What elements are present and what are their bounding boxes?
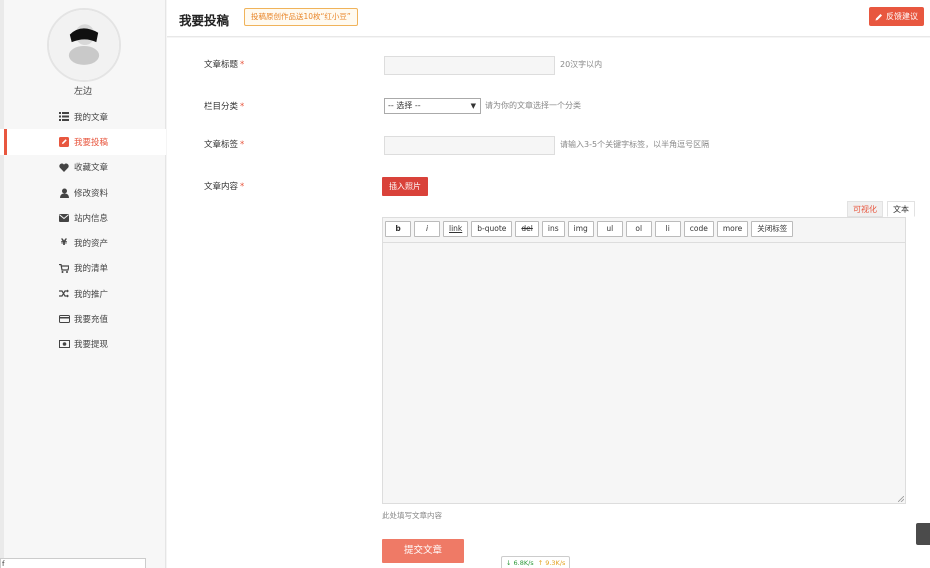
sidebar-item-label: 我要提现 [74, 340, 109, 351]
title-hint: 20汉字以内 [560, 60, 603, 69]
net-speed-widget: ↓ 6.8K/s ↑ 9.3K/s [501, 556, 571, 568]
ul-button[interactable]: ul [596, 221, 623, 237]
tab-visual[interactable]: 可视化 [847, 201, 883, 217]
tags-label: 文章标签 * [204, 140, 245, 150]
sidebar-nav: 我的文章 我要投稿 收藏文章 修改资料 站内信息 ¥ 我的资产 我的清单 我的推… [0, 104, 166, 357]
user-icon [58, 187, 70, 199]
sidebar-item-label: 我要投稿 [74, 137, 109, 148]
tags-hint: 请输入3-5个关键字标签，以半角逗号区隔 [560, 140, 710, 149]
bottom-input[interactable]: f [0, 558, 146, 568]
download-speed: ↓ 6.8K/s [506, 559, 534, 567]
edit-icon [58, 136, 70, 148]
category-label: 栏目分类 * [204, 102, 245, 112]
header: 我要投稿 投稿原创作品送10枚“红小豆” 反馈建议 [167, 0, 930, 37]
sidebar-item-label: 站内信息 [74, 213, 109, 224]
category-selected: -- 选择 -- [388, 101, 421, 110]
avatar[interactable] [47, 8, 121, 82]
sidebar-item-assets[interactable]: ¥ 我的资产 [0, 230, 166, 255]
sidebar-item-profile[interactable]: 修改资料 [0, 180, 166, 205]
resize-handle-icon[interactable] [898, 496, 904, 502]
envelope-icon [58, 212, 70, 224]
italic-button[interactable]: i [414, 221, 440, 237]
ins-button[interactable]: ins [541, 221, 565, 237]
required-mark: * [240, 102, 245, 112]
cart-icon [58, 262, 70, 274]
bold-button[interactable]: b [385, 221, 411, 237]
sidebar-item-label: 我的文章 [74, 112, 109, 123]
required-mark: * [240, 182, 245, 192]
title-label: 文章标题 * [204, 60, 245, 70]
sidebar-item-label: 我的推广 [74, 289, 109, 300]
feedback-button[interactable]: 反馈建议 [869, 7, 924, 26]
ol-button[interactable]: ol [625, 221, 652, 237]
required-mark: * [240, 140, 245, 150]
submission-form: 文章标题 * 20汉字以内 栏目分类 * -- 选择 -- ▼ 请为你的文章选择一个… [167, 38, 930, 568]
submit-article-button[interactable]: 提交文章 [382, 539, 464, 563]
sidebar-item-promotion[interactable]: 我的推广 [0, 281, 166, 306]
sidebar-item-favorites[interactable]: 收藏文章 [0, 155, 166, 180]
tab-text[interactable]: 文本 [887, 201, 915, 217]
category-hint: 请为你的文章选择一个分类 [485, 101, 581, 110]
editor-toolbar: b i link b-quote del ins img ul ol li co… [385, 221, 794, 237]
sidebar-item-recharge[interactable]: 我要充值 [0, 306, 166, 331]
del-button[interactable]: del [515, 221, 539, 237]
close-tags-button[interactable]: 关闭标签 [751, 221, 794, 237]
promo-badge: 投稿原创作品送10枚“红小豆” [244, 8, 358, 26]
tags-input[interactable] [384, 136, 555, 155]
pencil-icon [875, 13, 882, 20]
avatar-image [49, 10, 119, 80]
category-select[interactable]: -- 选择 -- ▼ [384, 98, 481, 114]
yuan-icon: ¥ [60, 238, 68, 249]
chevron-down-icon: ▼ [470, 102, 476, 110]
list-icon [58, 111, 70, 123]
page: 左边 我的文章 我要投稿 收藏文章 修改资料 站内信息 ¥ 我的资产 我的清单 … [0, 0, 930, 568]
floating-side-tab[interactable] [916, 523, 930, 545]
heart-icon [58, 161, 70, 173]
credit-card-icon [58, 313, 70, 325]
sidebar-item-label: 修改资料 [74, 188, 109, 199]
sidebar-item-submit[interactable]: 我要投稿 [0, 129, 166, 155]
li-button[interactable]: li [654, 221, 681, 237]
link-button[interactable]: link [443, 221, 469, 237]
sidebar-item-messages[interactable]: 站内信息 [0, 205, 166, 230]
required-mark: * [240, 60, 245, 70]
page-title: 我要投稿 [179, 13, 230, 28]
img-button[interactable]: img [567, 221, 594, 237]
shuffle-icon [58, 288, 70, 300]
content-editor: b i link b-quote del ins img ul ol li co… [382, 217, 906, 504]
upload-speed: ↑ 9.3K/s [537, 559, 566, 567]
more-button[interactable]: more [716, 221, 749, 237]
sidebar-item-withdraw[interactable]: 我要提现 [0, 332, 166, 357]
cash-icon [58, 338, 70, 350]
sidebar-item-label: 我要充值 [74, 315, 109, 326]
sidebar: 左边 我的文章 我要投稿 收藏文章 修改资料 站内信息 ¥ 我的资产 我的清单 … [0, 0, 166, 568]
editor-hint: 此处填写文章内容 [382, 511, 442, 520]
content-textarea[interactable] [383, 242, 905, 503]
sidebar-item-label: 我的清单 [74, 264, 109, 275]
sidebar-item-my-articles[interactable]: 我的文章 [0, 104, 166, 129]
title-input[interactable] [384, 56, 555, 75]
sidebar-item-label: 收藏文章 [74, 163, 109, 174]
insert-photo-button[interactable]: 插入照片 [382, 177, 428, 196]
feedback-label: 反馈建议 [886, 12, 918, 21]
content-label: 文章内容 * [204, 182, 245, 192]
sidebar-item-label: 我的资产 [74, 239, 109, 250]
code-button[interactable]: code [683, 221, 714, 237]
username: 左边 [73, 87, 92, 97]
sidebar-item-orders[interactable]: 我的清单 [0, 256, 166, 281]
blockquote-button[interactable]: b-quote [471, 221, 513, 237]
